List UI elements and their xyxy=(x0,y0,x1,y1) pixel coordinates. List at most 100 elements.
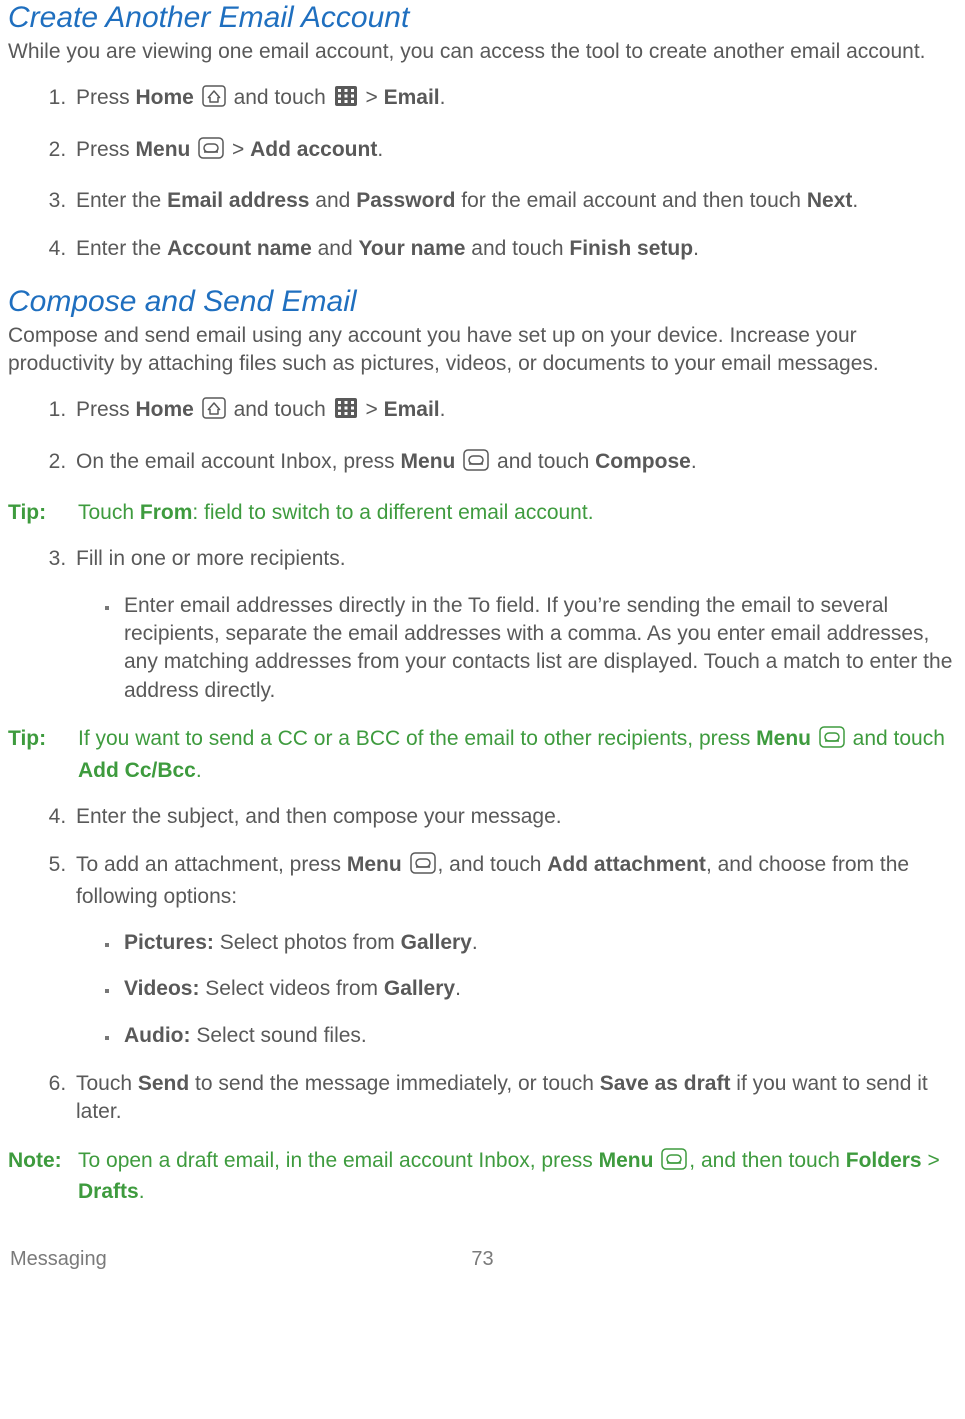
list-item: Enter the Account name and Your name and… xyxy=(72,235,957,263)
text: Enter the xyxy=(76,189,167,212)
text: : field to switch to a different email a… xyxy=(192,501,593,524)
steps-compose-part1: Press Home and touch > Email. On the ema… xyxy=(8,396,957,479)
bold-home: Home xyxy=(136,398,194,421)
text: . xyxy=(139,1180,145,1203)
text: and touch xyxy=(234,86,332,109)
page-footer: Messaging 73 xyxy=(8,1246,957,1273)
text: . xyxy=(852,189,858,212)
text: . xyxy=(440,86,446,109)
text: . xyxy=(377,138,383,161)
intro-create: While you are viewing one email account,… xyxy=(8,38,957,66)
text: Touch xyxy=(78,501,140,524)
bold-finish-setup: Finish setup xyxy=(569,237,693,260)
sublist: Enter email addresses directly in the To… xyxy=(76,592,957,705)
bold-menu: Menu xyxy=(599,1149,654,1172)
bold-email: Email xyxy=(384,86,440,109)
home-icon xyxy=(202,397,226,427)
text: Select photos from xyxy=(214,931,401,954)
bold-menu: Menu xyxy=(136,138,191,161)
list-item: Videos: Select videos from Gallery. xyxy=(120,975,957,1003)
text: and touch xyxy=(853,727,945,750)
bold-next: Next xyxy=(807,189,853,212)
text: . xyxy=(440,398,446,421)
text: and touch xyxy=(497,450,595,473)
text: , and then touch xyxy=(689,1149,845,1172)
bold-menu: Menu xyxy=(401,450,456,473)
heading-create-another-email: Create Another Email Account xyxy=(8,0,957,36)
bold-from: From xyxy=(140,501,193,524)
list-item: On the email account Inbox, press Menu a… xyxy=(72,448,957,479)
steps-create: Press Home and touch > Email. Press Menu… xyxy=(8,84,957,263)
text: Press xyxy=(76,86,136,109)
note-body: To open a draft email, in the email acco… xyxy=(78,1147,957,1207)
list-item: Pictures: Select photos from Gallery. xyxy=(120,929,957,957)
text: and touch xyxy=(465,237,569,260)
bold-pictures: Pictures: xyxy=(124,931,214,954)
text: > xyxy=(922,1149,940,1172)
text: . xyxy=(691,450,697,473)
bold-email: Email xyxy=(384,398,440,421)
bold-videos: Videos: xyxy=(124,977,199,1000)
list-item: Press Home and touch > Email. xyxy=(72,396,957,427)
steps-compose-part3: Enter the subject, and then compose your… xyxy=(8,803,957,1127)
list-item: Audio: Select sound files. xyxy=(120,1022,957,1050)
bold-add-account: Add account xyxy=(250,138,377,161)
menu-icon xyxy=(198,137,224,167)
text: > xyxy=(366,398,384,421)
tip-callout: Tip: Touch From: field to switch to a di… xyxy=(8,499,957,527)
list-item: Enter the subject, and then compose your… xyxy=(72,803,957,831)
menu-icon xyxy=(410,852,436,882)
footer-section: Messaging xyxy=(10,1246,107,1273)
text: Press xyxy=(76,138,136,161)
menu-icon xyxy=(819,726,845,756)
bold-password: Password xyxy=(356,189,455,212)
bold-save-as-draft: Save as draft xyxy=(600,1072,731,1095)
bold-drafts: Drafts xyxy=(78,1180,139,1203)
apps-grid-icon xyxy=(334,85,358,115)
text: . xyxy=(693,237,699,260)
heading-compose-send-email: Compose and Send Email xyxy=(8,284,957,320)
list-item: Enter the Email address and Password for… xyxy=(72,187,957,215)
list-item: Press Menu > Add account. xyxy=(72,136,957,167)
text: and xyxy=(309,189,356,212)
note-label: Note: xyxy=(8,1147,78,1207)
list-item: Press Home and touch > Email. xyxy=(72,84,957,115)
bold-account-name: Account name xyxy=(167,237,312,260)
bold-menu: Menu xyxy=(347,853,402,876)
tip-body: Touch From: field to switch to a differe… xyxy=(78,499,957,527)
text: Touch xyxy=(76,1072,138,1095)
bold-audio: Audio: xyxy=(124,1024,190,1047)
intro-compose: Compose and send email using any account… xyxy=(8,322,957,379)
text: . xyxy=(472,931,478,954)
bold-menu: Menu xyxy=(756,727,811,750)
text: and touch xyxy=(234,398,332,421)
text: for the email account and then touch xyxy=(455,189,806,212)
apps-grid-icon xyxy=(334,397,358,427)
text: To add an attachment, press xyxy=(76,853,347,876)
footer-page-number: 73 xyxy=(471,1246,493,1273)
text: to send the message immediately, or touc… xyxy=(189,1072,599,1095)
bold-folders: Folders xyxy=(846,1149,922,1172)
menu-icon xyxy=(463,449,489,479)
bold-email-address: Email address xyxy=(167,189,309,212)
text: , and touch xyxy=(438,853,548,876)
tip-label: Tip: xyxy=(8,725,78,785)
bold-add-attachment: Add attachment xyxy=(547,853,706,876)
list-item: To add an attachment, press Menu , and t… xyxy=(72,851,957,1050)
note-callout: Note: To open a draft email, in the emai… xyxy=(8,1147,957,1207)
text: If you want to send a CC or a BCC of the… xyxy=(78,727,756,750)
tip-label: Tip: xyxy=(8,499,78,527)
bold-your-name: Your name xyxy=(358,237,465,260)
text: To open a draft email, in the email acco… xyxy=(78,1149,599,1172)
tip-callout: Tip: If you want to send a CC or a BCC o… xyxy=(8,725,957,785)
tip-body: If you want to send a CC or a BCC of the… xyxy=(78,725,957,785)
bold-compose: Compose xyxy=(595,450,691,473)
sublist: Pictures: Select photos from Gallery. Vi… xyxy=(76,929,957,1050)
text: Press xyxy=(76,398,136,421)
steps-compose-part2: Fill in one or more recipients. Enter em… xyxy=(8,545,957,705)
menu-icon xyxy=(661,1148,687,1178)
list-item: Enter email addresses directly in the To… xyxy=(120,592,957,705)
text: and xyxy=(312,237,359,260)
home-icon xyxy=(202,85,226,115)
bold-send: Send xyxy=(138,1072,189,1095)
